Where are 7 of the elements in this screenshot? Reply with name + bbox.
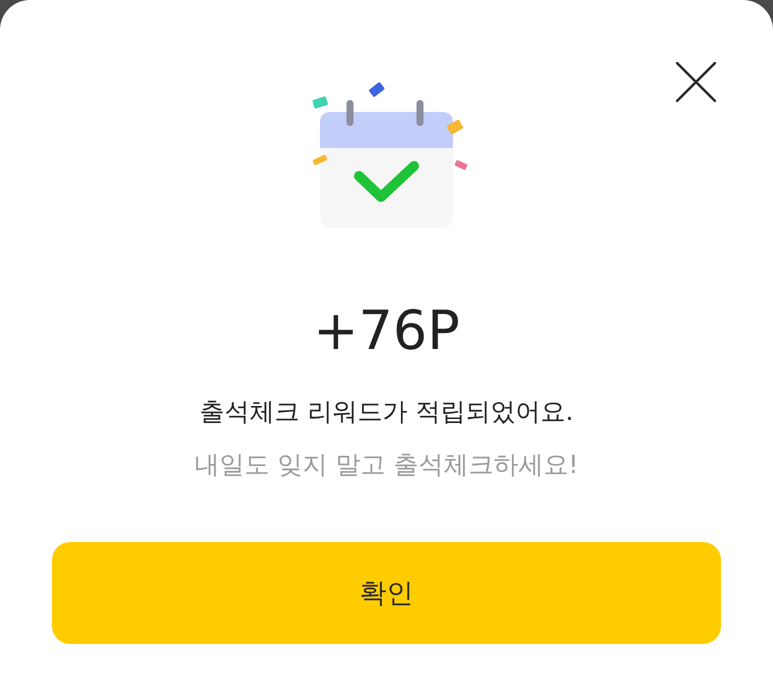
points-amount: +76P bbox=[313, 298, 460, 364]
reminder-text: 내일도 잊지 말고 출석체크하세요! bbox=[194, 449, 578, 481]
reward-message: 출석체크 리워드가 적립되었어요. bbox=[200, 396, 574, 428]
confirm-button[interactable]: 확인 bbox=[52, 542, 721, 644]
close-icon bbox=[676, 62, 716, 102]
close-button[interactable] bbox=[675, 61, 717, 103]
calendar-check-icon bbox=[310, 80, 470, 230]
